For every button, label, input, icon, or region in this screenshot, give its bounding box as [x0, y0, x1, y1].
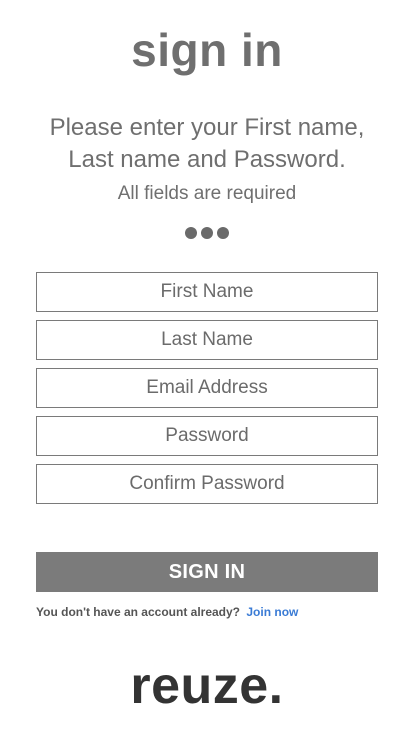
email-field[interactable] — [36, 368, 378, 408]
sign-in-button[interactable]: SIGN IN — [36, 552, 378, 592]
dot-icon — [201, 227, 213, 239]
page-title: sign in — [131, 24, 283, 76]
last-name-field[interactable] — [36, 320, 378, 360]
signin-form — [36, 272, 378, 512]
instructions-line-2: Last name and Password. — [68, 146, 346, 173]
instructions-text: Please enter your First name, Last name … — [0, 112, 414, 176]
ellipsis-dots-icon — [0, 227, 414, 239]
brand-logo: reuze. — [130, 657, 284, 715]
dot-icon — [217, 227, 229, 239]
dot-icon — [185, 227, 197, 239]
confirm-password-field[interactable] — [36, 464, 378, 504]
join-prompt: You don't have an account already? Join … — [36, 604, 298, 620]
join-prompt-text: You don't have an account already? — [36, 605, 241, 619]
join-now-link[interactable]: Join now — [246, 605, 298, 619]
required-fields-note: All fields are required — [117, 183, 297, 204]
password-field[interactable] — [36, 416, 378, 456]
first-name-field[interactable] — [36, 272, 378, 312]
instructions-line-1: Please enter your First name, — [49, 114, 365, 141]
